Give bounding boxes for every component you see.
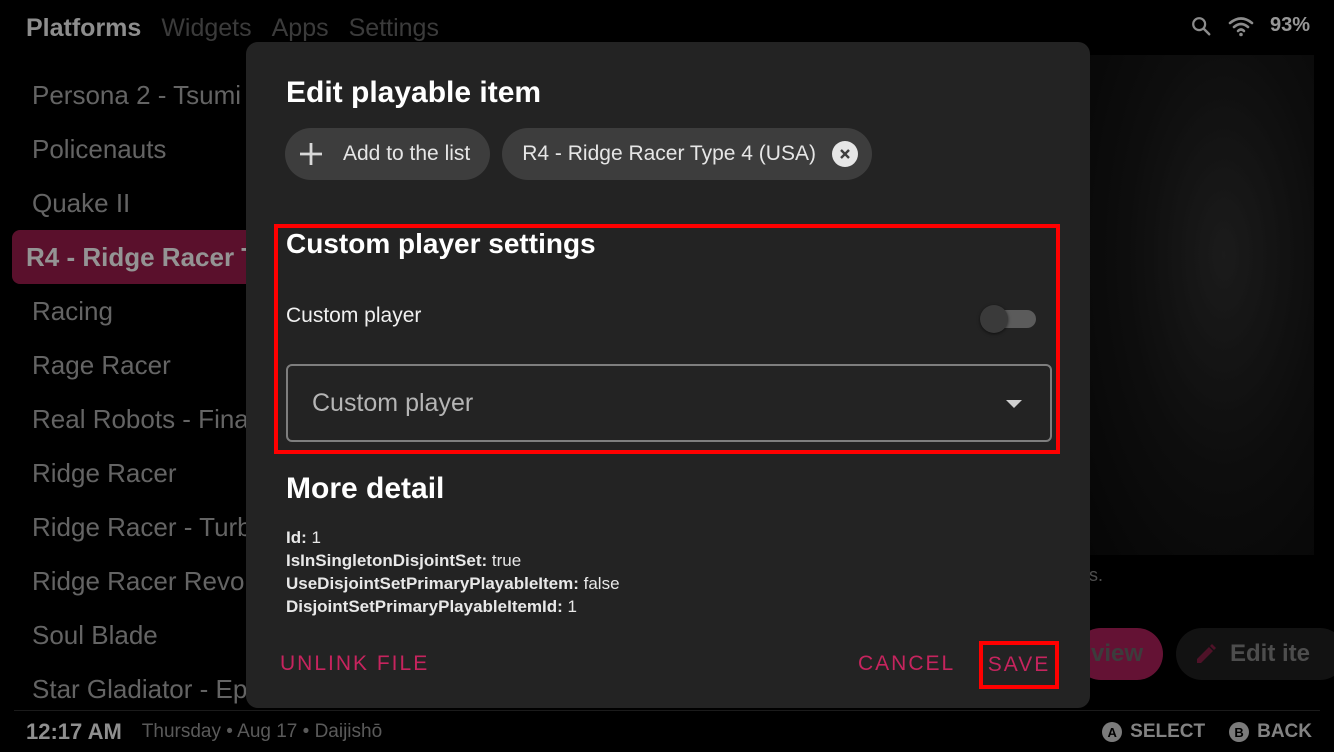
- unlink-file-button[interactable]: UNLINK FILE: [280, 652, 429, 676]
- dropdown-arrow-icon: [1006, 400, 1022, 408]
- more-detail-title: More detail: [286, 472, 445, 505]
- playable-item-chip-label: R4 - Ridge Racer Type 4 (USA): [522, 142, 816, 165]
- custom-player-settings-section: Custom player settings Custom player Cus…: [274, 224, 1060, 454]
- save-button[interactable]: SAVE: [979, 641, 1059, 689]
- select-value: Custom player: [312, 388, 474, 417]
- custom-player-select[interactable]: Custom player: [286, 364, 1052, 442]
- dialog-title: Edit playable item: [286, 76, 542, 109]
- custom-player-toggle[interactable]: [980, 305, 1036, 333]
- detail-row: Id: 1: [286, 528, 321, 547]
- save-button-label: SAVE: [987, 653, 1051, 676]
- chip-row: Add to the list R4 - Ridge Racer Type 4 …: [285, 128, 872, 180]
- edit-playable-item-dialog: Edit playable item Add to the list R4 - …: [246, 42, 1090, 708]
- add-to-list-chip[interactable]: Add to the list: [285, 128, 491, 180]
- detail-row: UseDisjointSetPrimaryPlayableItem: false: [286, 574, 620, 593]
- detail-row: IsInSingletonDisjointSet: true: [286, 551, 522, 570]
- add-to-list-label: Add to the list: [343, 142, 471, 165]
- custom-player-toggle-label: Custom player: [286, 304, 422, 327]
- detail-row: DisjointSetPrimaryPlayableItemId: 1: [286, 597, 578, 616]
- cancel-button[interactable]: CANCEL: [858, 652, 955, 676]
- playable-item-chip[interactable]: R4 - Ridge Racer Type 4 (USA): [502, 128, 872, 180]
- close-icon[interactable]: [831, 141, 858, 167]
- detail-fields: Id: 1 IsInSingletonDisjointSet: true Use…: [286, 526, 620, 618]
- section-title: Custom player settings: [286, 228, 596, 259]
- toggle-knob: [980, 305, 1008, 333]
- plus-icon: [300, 143, 322, 165]
